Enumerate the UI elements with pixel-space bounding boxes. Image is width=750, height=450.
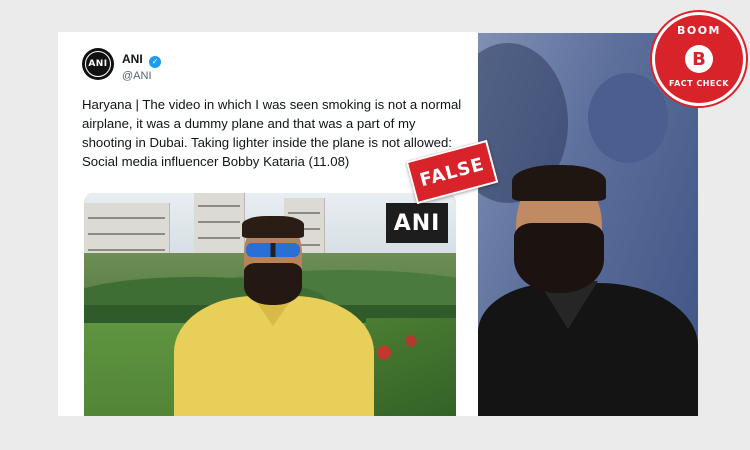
person-hair: [242, 216, 304, 238]
person-beard: [244, 263, 302, 305]
account-name-block[interactable]: ANI ✓ @ANI: [122, 50, 162, 82]
fact-check-graphic: ANI ANI ✓ @ANI Haryana | The video in wh…: [0, 0, 750, 450]
subject-beard: [514, 223, 604, 293]
logo-bottom-text: FACT CHECK: [669, 79, 729, 88]
media-flowers: [366, 318, 456, 416]
avatar[interactable]: ANI: [82, 48, 114, 80]
media-person: [174, 216, 374, 416]
subject-hair: [512, 165, 606, 201]
verified-badge-icon: ✓: [149, 55, 162, 68]
logo-b-icon: B: [685, 45, 713, 73]
subject-person: [478, 153, 698, 416]
logo-top-text: BOOM: [676, 24, 722, 37]
tweet-video-thumbnail[interactable]: ANI: [84, 193, 456, 416]
display-name[interactable]: ANI: [122, 52, 143, 66]
avatar-ring: [85, 51, 111, 77]
boom-fact-check-logo: BOOM B FACT CHECK: [652, 12, 746, 106]
subject-shirt: [478, 283, 698, 416]
account-handle[interactable]: @ANI: [122, 70, 161, 82]
tweet-card: ANI ANI ✓ @ANI Haryana | The video in wh…: [58, 32, 478, 416]
person-sunglasses: [246, 243, 300, 257]
ani-watermark: ANI: [386, 203, 448, 243]
